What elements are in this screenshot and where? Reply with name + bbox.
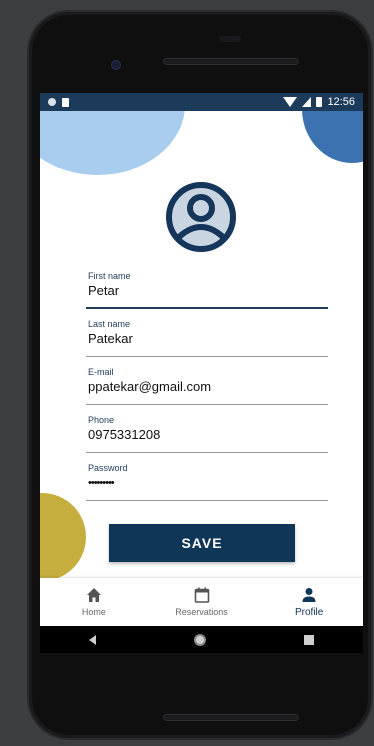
email-field[interactable]: E-mail ppatekar@gmail.com	[86, 367, 328, 405]
first-name-value[interactable]: Petar	[88, 283, 119, 298]
cell-signal-icon	[302, 97, 312, 107]
nav-label-home: Home	[81, 607, 106, 617]
user-circle-icon[interactable]	[165, 181, 237, 253]
nav-label-reservations: Reservations	[175, 607, 228, 617]
password-label: Password	[88, 463, 128, 473]
password-field[interactable]: Password •••••••••	[86, 463, 328, 501]
last-name-field[interactable]: Last name Patekar	[86, 319, 328, 357]
wifi-icon	[283, 97, 298, 107]
notification-dot-icon	[48, 98, 56, 106]
phone-label: Phone	[88, 415, 115, 425]
last-name-label: Last name	[88, 319, 131, 329]
save-button[interactable]: SAVE	[109, 524, 295, 562]
status-bar: 12:56	[40, 93, 363, 111]
sensor	[219, 36, 241, 42]
recent-apps-icon[interactable]	[304, 634, 314, 645]
status-time: 12:56	[327, 96, 355, 108]
calendar-icon	[194, 587, 209, 603]
home-circle-icon[interactable]	[194, 633, 206, 646]
bottom-speaker	[163, 714, 299, 721]
battery-icon	[316, 97, 323, 107]
nav-label-profile: Profile	[295, 606, 324, 618]
nav-item-reservations[interactable]: Reservations	[148, 578, 256, 626]
emulator-stage: 12:56 First name Petar Last name Patekar…	[0, 0, 374, 746]
first-name-field[interactable]: First name Petar	[86, 271, 328, 309]
person-icon	[302, 587, 316, 602]
bottom-navigation: Home Reservations Profile	[40, 578, 363, 626]
back-icon[interactable]	[89, 634, 96, 645]
earpiece-speaker	[163, 58, 299, 65]
home-icon	[86, 588, 101, 602]
email-value[interactable]: ppatekar@gmail.com	[88, 379, 211, 394]
sim-card-icon	[62, 97, 69, 107]
nav-item-profile[interactable]: Profile	[255, 578, 363, 626]
front-camera	[111, 60, 121, 70]
decor-circle-gold	[40, 493, 86, 581]
email-label: E-mail	[88, 367, 114, 377]
password-value[interactable]: •••••••••	[88, 477, 115, 489]
nav-item-home[interactable]: Home	[40, 578, 148, 626]
last-name-value[interactable]: Patekar	[88, 331, 133, 346]
system-navigation-bar	[40, 626, 363, 653]
app-screen: 12:56 First name Petar Last name Patekar…	[40, 93, 363, 653]
phone-value[interactable]: 0975331208	[88, 427, 160, 442]
first-name-label: First name	[88, 271, 131, 281]
phone-field[interactable]: Phone 0975331208	[86, 415, 328, 453]
